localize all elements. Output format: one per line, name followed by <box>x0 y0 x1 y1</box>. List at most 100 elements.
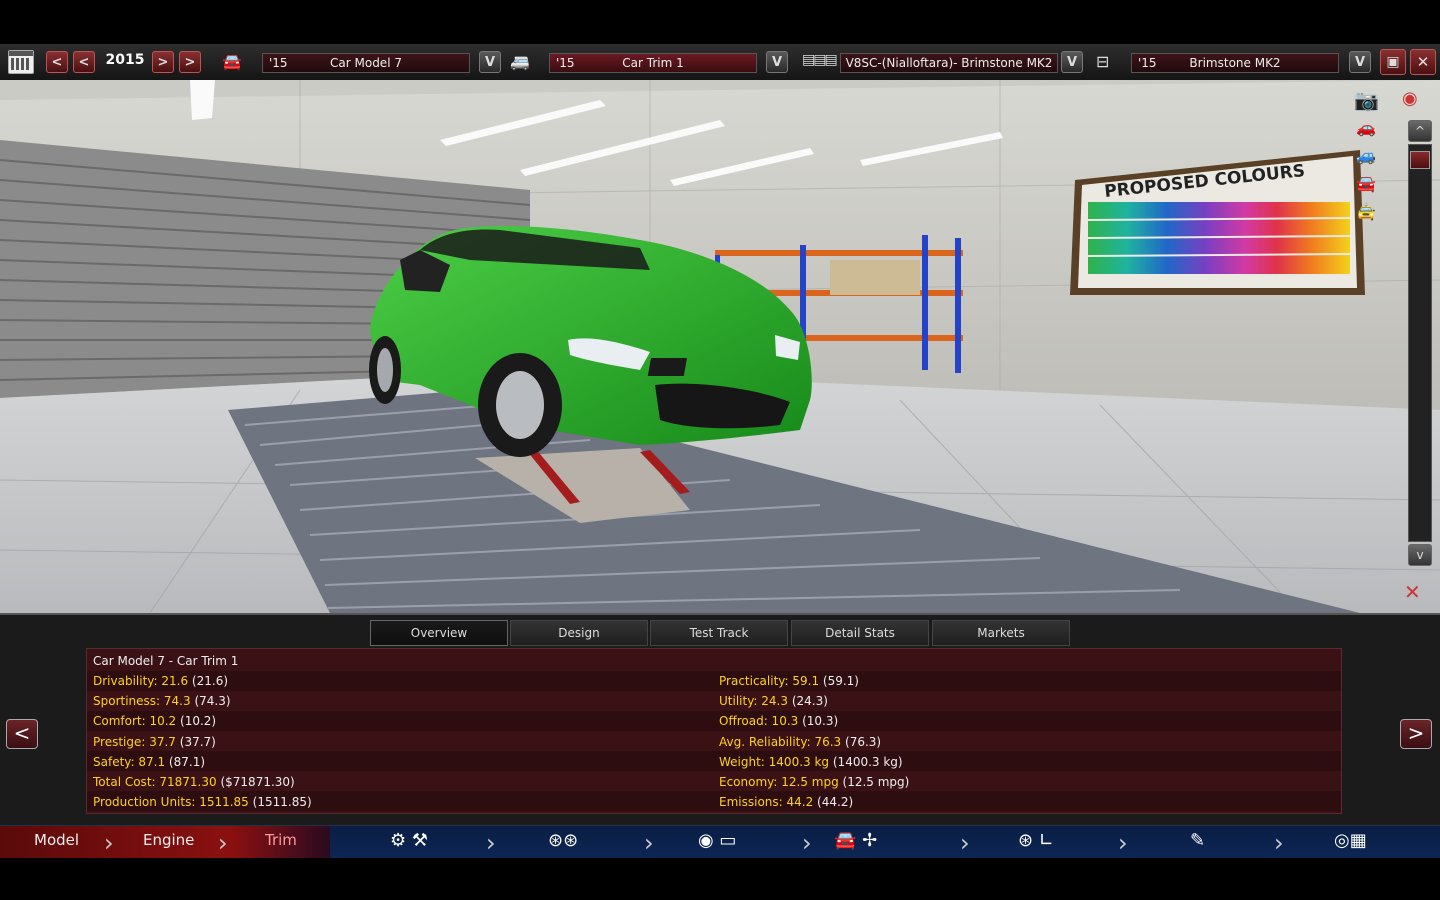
stat-label: Avg. Reliability: 76.3 <box>719 734 842 749</box>
stat-row: Weight: 1400.3 kg (1400.3 kg) <box>719 752 903 772</box>
chevron-right-icon: › <box>1274 829 1284 857</box>
stat-value: (87.1) <box>168 754 206 769</box>
year-forward-far-button[interactable]: > <box>179 51 201 73</box>
tab-detail-stats[interactable]: Detail Stats <box>791 620 929 646</box>
nav-suspension-icon[interactable]: ✎ <box>1190 830 1205 851</box>
chevron-right-icon: › <box>218 829 228 857</box>
stat-row: Safety: 87.1 (87.1) <box>93 752 205 772</box>
stat-row: Prestige: 37.7 (37.7) <box>93 732 216 752</box>
calendar-icon[interactable] <box>8 50 34 74</box>
chevron-right-icon: › <box>644 829 654 857</box>
stat-label: Safety: 87.1 <box>93 754 166 769</box>
tab-markets[interactable]: Markets <box>932 620 1070 646</box>
camera-icon[interactable]: 📷 <box>1354 88 1379 112</box>
car-trim-icon: 🚐 <box>510 52 530 71</box>
tab-test-track[interactable]: Test Track <box>650 620 788 646</box>
nav-interior-icon[interactable]: ⊛ ∟ <box>1018 830 1054 851</box>
chevron-right-icon: › <box>486 829 496 857</box>
nav-engine[interactable]: Engine <box>143 831 194 849</box>
stat-label: Economy: 12.5 mpg <box>719 775 839 789</box>
car-trim-name: Car Trim 1 <box>622 56 684 70</box>
stat-value: (59.1) <box>822 674 859 688</box>
stat-label: Comfort: 10.2 <box>93 714 177 729</box>
tab-design[interactable]: Design <box>510 620 648 646</box>
stat-label: Production Units: 1511.85 <box>93 795 249 810</box>
nav-trim[interactable]: Trim <box>265 831 297 849</box>
stat-row: Production Units: 1511.85 (1511.85) <box>93 792 312 812</box>
view-side-icon[interactable]: 🚙 <box>1356 146 1376 165</box>
scroll-up-button[interactable]: ^ <box>1408 120 1432 142</box>
chevron-right-icon: › <box>1118 829 1128 857</box>
scroll-down-button[interactable]: v <box>1408 544 1432 566</box>
engine-family-dropdown-button[interactable]: V <box>1349 51 1371 73</box>
engine-dropdown-button[interactable]: V <box>1061 51 1083 73</box>
car-trim-select[interactable]: '15 Car Trim 1 <box>549 53 757 73</box>
stat-label: Drivability: 21.6 <box>93 674 189 688</box>
stat-row: Emissions: 44.2 (44.2) <box>719 792 853 812</box>
chevron-right-icon: › <box>802 829 812 857</box>
stat-value: (24.3) <box>791 694 828 709</box>
stat-value: (12.5 mpg) <box>842 775 910 789</box>
stats-title: Car Model 7 - Car Trim 1 <box>93 654 239 668</box>
nav-aero-icon[interactable]: 🚘 ✢ <box>834 830 877 851</box>
year-back-button[interactable]: < <box>73 51 95 73</box>
tab-overview[interactable]: Overview <box>370 620 508 646</box>
car-model-select[interactable]: '15 Car Model 7 <box>262 53 470 73</box>
stat-value: (1511.85) <box>252 795 312 810</box>
view-rear-icon[interactable]: 🚘 <box>1356 174 1376 193</box>
stat-row: Comfort: 10.2 (10.2) <box>93 711 216 731</box>
camera-sidebar: 📷 ◉ 🚗 🚙 🚘 🚖 ^ v ✕ <box>1354 80 1440 613</box>
reset-view-icon[interactable]: ✕ <box>1404 580 1421 604</box>
stat-value: (1400.3 kg) <box>832 754 903 769</box>
chevron-right-icon: › <box>960 829 970 857</box>
engine-family-name: Brimstone MK2 <box>1189 56 1281 70</box>
stat-row: Economy: 12.5 mpg (12.5 mpg) <box>719 772 909 792</box>
stat-value: (37.7) <box>179 734 216 749</box>
close-icon[interactable]: ✕ <box>1410 49 1436 75</box>
bottom-nav: Model › Engine › Trim ⚙ ⚒ › ⊛⊛ › ◉ ▭ › 🚘… <box>0 825 1440 858</box>
year-back-far-button[interactable]: < <box>46 51 68 73</box>
save-icon[interactable]: ▣ <box>1380 49 1406 75</box>
stat-row: Utility: 24.3 (24.3) <box>719 691 828 711</box>
garage-scene[interactable]: PROPOSED COLOURS <box>0 80 1440 613</box>
engine-name: V8SC-(Nialloftara)- Brimstone MK2 <box>845 56 1053 70</box>
stat-row: Avg. Reliability: 76.3 (76.3) <box>719 732 881 752</box>
stat-value: (76.3) <box>845 734 882 749</box>
nav-wheels-icon[interactable]: ⊛⊛ <box>548 830 578 851</box>
nav-model[interactable]: Model <box>34 831 79 849</box>
stat-value: ($71871.30) <box>220 775 295 789</box>
nav-testing-icon[interactable]: ◎▦ <box>1334 830 1367 851</box>
panel-prev-button[interactable]: < <box>6 719 38 749</box>
stat-label: Offroad: 10.3 <box>719 714 799 729</box>
year-forward-button[interactable]: > <box>152 51 174 73</box>
stat-label: Sportiness: 74.3 <box>93 694 191 709</box>
stat-value: (21.6) <box>191 674 229 688</box>
engine-family-icon: ⊟ <box>1096 52 1110 71</box>
view-front-icon[interactable]: 🚗 <box>1356 118 1376 137</box>
nav-drivetrain-icon[interactable]: ⚙ ⚒ <box>390 830 428 851</box>
stat-value: (10.2) <box>180 714 217 729</box>
car-trim-dropdown-button[interactable]: V <box>766 51 788 73</box>
zoom-track[interactable] <box>1408 144 1432 542</box>
stat-value: (74.3) <box>194 694 231 709</box>
engine-icon: ▤▤▤ <box>802 52 838 68</box>
stat-label: Emissions: 44.2 <box>719 795 814 810</box>
engine-select[interactable]: V8SC-(Nialloftara)- Brimstone MK2 <box>840 53 1058 73</box>
stat-label: Utility: 24.3 <box>719 694 788 709</box>
nav-body-icon[interactable]: ◉ ▭ <box>698 830 736 851</box>
stat-row: Practicality: 59.1 (59.1) <box>719 671 859 691</box>
view-top-icon[interactable]: 🚖 <box>1356 202 1376 221</box>
garage-view: PROPOSED COLOURS <box>0 80 1440 613</box>
stat-row: Sportiness: 74.3 (74.3) <box>93 691 231 711</box>
panel-next-button[interactable]: > <box>1400 719 1432 749</box>
car-model-dropdown-button[interactable]: V <box>479 51 501 73</box>
chevron-right-icon: › <box>104 829 114 857</box>
car-model-icon: 🚘 <box>222 52 242 71</box>
stat-label: Weight: 1400.3 kg <box>719 754 830 769</box>
stat-label: Prestige: 37.7 <box>93 734 176 749</box>
zoom-handle[interactable] <box>1410 151 1430 169</box>
view-eye-icon[interactable]: ◉ <box>1402 88 1418 109</box>
stat-row: Offroad: 10.3 (10.3) <box>719 711 838 731</box>
stat-label: Total Cost: 71871.30 <box>93 775 217 789</box>
engine-family-select[interactable]: '15 Brimstone MK2 <box>1131 53 1339 73</box>
